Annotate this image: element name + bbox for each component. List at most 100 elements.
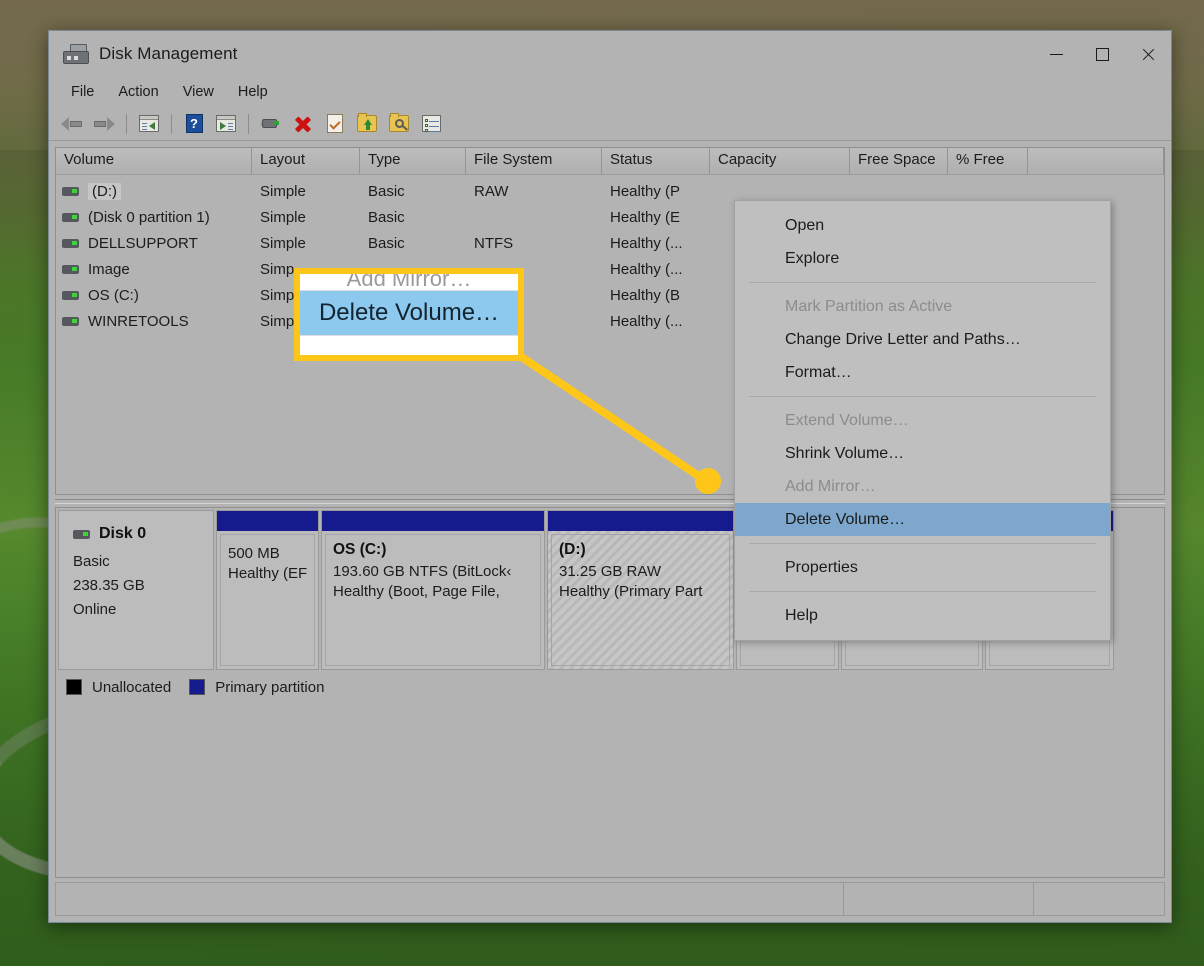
context-menu-item-format[interactable]: Format… [735, 356, 1110, 389]
task-list-icon [421, 115, 441, 132]
toolbar-forward-button[interactable] [89, 110, 119, 138]
toolbar-delete-button[interactable] [288, 110, 318, 138]
window-controls [1033, 31, 1171, 77]
show-console-tree-icon [139, 115, 159, 132]
context-menu: Open Explore Mark Partition as Active Ch… [734, 200, 1111, 641]
status-pane-tertiary [1034, 883, 1164, 915]
toolbar-help-button[interactable]: ? [179, 110, 209, 138]
close-button[interactable] [1125, 31, 1171, 77]
toolbar-task-list-button[interactable] [416, 110, 446, 138]
menu-file[interactable]: File [59, 80, 106, 104]
partition-size: 500 MB [228, 545, 280, 562]
context-menu-item-properties[interactable]: Properties [735, 551, 1110, 584]
cell-layout: Simple [260, 208, 306, 226]
disk-title: Disk 0 [73, 525, 213, 543]
cell-volume-label: WINRETOOLS [88, 312, 189, 330]
disk-icon [73, 529, 90, 539]
partition-status: Healthy (Primary Part [559, 583, 703, 600]
toolbar-show-action-pane-button[interactable] [211, 110, 241, 138]
toolbar-search-button[interactable] [384, 110, 414, 138]
toolbar-export-list-button[interactable] [352, 110, 382, 138]
column-header-type[interactable]: Type [360, 148, 466, 174]
context-menu-item-explore[interactable]: Explore [735, 242, 1110, 275]
partition-label: OS (C:) [333, 541, 387, 558]
disk-info-panel[interactable]: Disk 0 Basic 238.35 GB Online [58, 510, 214, 670]
toolbar-back-button[interactable] [57, 110, 87, 138]
disk-management-icon [63, 44, 89, 64]
column-header-filler [1028, 148, 1164, 174]
column-header-volume[interactable]: Volume [56, 148, 252, 174]
help-icon: ? [185, 114, 203, 133]
partition-0[interactable]: 500 MB Healthy (EF [216, 510, 319, 670]
partition-status: Healthy (EF [228, 565, 308, 582]
minimize-icon [1049, 53, 1063, 55]
status-bar [55, 882, 1165, 916]
forward-arrow-icon [93, 116, 115, 132]
context-menu-item-delete-volume[interactable]: Delete Volume… [735, 503, 1110, 536]
cell-type: Basic [368, 182, 405, 200]
context-menu-item-change-drive-letter-and-paths[interactable]: Change Drive Letter and Paths… [735, 323, 1110, 356]
cell-volume[interactable]: OS (C:) [56, 287, 252, 304]
disk-type: Basic [73, 553, 110, 570]
cell-volume-label: (D:) [88, 182, 121, 200]
context-menu-item-add-mirror: Add Mirror… [785, 477, 876, 495]
column-header-layout[interactable]: Layout [252, 148, 360, 174]
partition-body: 500 MB Healthy (EF [220, 534, 315, 666]
drive-icon [62, 186, 79, 196]
callout-highlight-label: Delete Volume… [318, 299, 500, 326]
cell-volume[interactable]: (Disk 0 partition 1) [56, 209, 252, 226]
partition-body: (D:) 31.25 GB RAW Healthy (Primary Part [551, 534, 730, 666]
toolbar-rescan-disks-button[interactable] [256, 110, 286, 138]
maximize-icon [1095, 47, 1109, 61]
cell-volume[interactable]: WINRETOOLS [56, 313, 252, 330]
context-menu-separator-3 [749, 543, 1096, 544]
window-title: Disk Management [99, 44, 238, 63]
cell-volume-label: DELLSUPPORT [88, 234, 198, 252]
drive-icon [62, 212, 79, 222]
column-header-percent-free[interactable]: % Free [948, 148, 1028, 174]
partition-label: (D:) [559, 541, 586, 558]
partition-2[interactable]: (D:) 31.25 GB RAW Healthy (Primary Part [547, 510, 734, 670]
cell-type: Basic [368, 208, 405, 226]
disk-name: Disk 0 [99, 525, 147, 542]
callout-highlight-row: Delete Volume… [300, 291, 518, 335]
toolbar-separator-3 [248, 113, 249, 134]
cell-volume-label: Image [88, 260, 130, 278]
legend-swatch-primary-partition [189, 679, 206, 695]
cell-status: Healthy (... [610, 260, 683, 278]
cell-file-system: NTFS [474, 234, 514, 252]
column-header-capacity[interactable]: Capacity [710, 148, 850, 174]
export-list-icon [357, 113, 377, 132]
minimize-button[interactable] [1033, 31, 1079, 77]
context-menu-item-open[interactable]: Open [735, 209, 1110, 242]
cell-layout: Simple [260, 234, 306, 252]
context-menu-item-help[interactable]: Help [735, 599, 1110, 632]
column-header-file-system[interactable]: File System [466, 148, 602, 174]
disk-capacity: 238.35 GB [73, 577, 145, 594]
context-menu-separator-4 [749, 591, 1096, 592]
cell-volume[interactable]: (D:) [56, 182, 252, 200]
cell-file-system: RAW [474, 182, 509, 200]
drive-icon [62, 316, 79, 326]
partition-size: 31.25 GB RAW [559, 563, 661, 580]
maximize-button[interactable] [1079, 31, 1125, 77]
column-header-status[interactable]: Status [602, 148, 710, 174]
disk-state: Online [73, 601, 117, 618]
menu-action[interactable]: Action [106, 80, 170, 104]
partition-body: OS (C:) 193.60 GB NTFS (BitLock‹ Healthy… [325, 534, 541, 666]
partition-1[interactable]: OS (C:) 193.60 GB NTFS (BitLock‹ Healthy… [321, 510, 545, 670]
menu-view[interactable]: View [171, 80, 226, 104]
menu-help[interactable]: Help [226, 80, 280, 104]
cell-volume[interactable]: DELLSUPPORT [56, 235, 252, 252]
context-menu-item-shrink-volume[interactable]: Shrink Volume… [735, 437, 1110, 470]
cell-status: Healthy (P [610, 182, 681, 200]
zoom-callout: Add Mirror… Delete Volume… [294, 268, 524, 361]
toolbar-properties-button[interactable] [320, 110, 350, 138]
toolbar-show-console-tree-button[interactable] [134, 110, 164, 138]
column-header-free-space[interactable]: Free Space [850, 148, 948, 174]
legend-label-unallocated: Unallocated [92, 678, 172, 696]
toolbar-separator-2 [171, 113, 172, 134]
legend-label-primary-partition: Primary partition [215, 678, 325, 696]
delete-icon [293, 114, 313, 134]
cell-volume[interactable]: Image [56, 261, 252, 278]
